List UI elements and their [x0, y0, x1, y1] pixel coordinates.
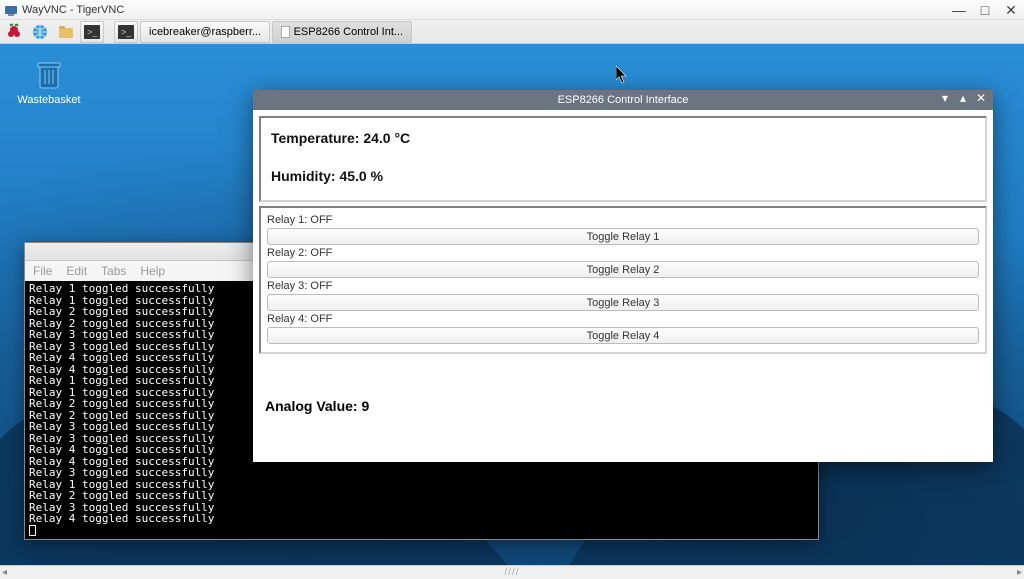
esp-window[interactable]: ESP8266 Control Interface ▾ ▴ ✕ Temperat… — [253, 90, 993, 462]
scrollbar-grip[interactable]: //// — [504, 567, 519, 578]
terminal-menu-tabs[interactable]: Tabs — [101, 264, 126, 278]
analog-value-reading: Analog Value: 9 — [259, 398, 987, 414]
wastebasket-desktop-icon[interactable]: Wastebasket — [14, 58, 84, 106]
temperature-reading: Temperature: 24.0 °C — [271, 130, 975, 146]
terminal-launcher-1-icon[interactable]: >_ — [80, 21, 104, 43]
toggle-relay-1-button[interactable]: Toggle Relay 1 — [267, 228, 979, 245]
vnc-titlebar: WayVNC - TigerVNC ― □ ✕ — [0, 0, 1024, 20]
terminal-menu-help[interactable]: Help — [140, 264, 165, 278]
esp-maximize-button[interactable]: ▴ — [957, 92, 969, 104]
esp-close-button[interactable]: ✕ — [975, 92, 987, 104]
relay-4-status: Relay 4: OFF — [267, 313, 979, 325]
esp-titlebar[interactable]: ESP8266 Control Interface ▾ ▴ ✕ — [253, 90, 993, 110]
esp-title: ESP8266 Control Interface — [558, 94, 689, 106]
terminal-menu-file[interactable]: File — [33, 264, 52, 278]
toggle-relay-4-button[interactable]: Toggle Relay 4 — [267, 327, 979, 344]
esp-minimize-button[interactable]: ▾ — [939, 92, 951, 104]
vnc-horizontal-scrollbar[interactable]: ◂ //// ▸ — [0, 565, 1024, 579]
scroll-right-arrow-icon[interactable]: ▸ — [1017, 567, 1022, 578]
desktop[interactable]: Wastebasket File Edit Tabs Help Relay 1 … — [0, 44, 1024, 579]
relay-controls-box: Relay 1: OFF Toggle Relay 1 Relay 2: OFF… — [259, 206, 987, 354]
window-icon — [281, 26, 290, 38]
vnc-close-button[interactable]: ✕ — [1002, 2, 1020, 19]
rpi-taskbar: >_ >_ icebreaker@raspberr... ESP8266 Con… — [0, 20, 1024, 44]
toggle-relay-3-button[interactable]: Toggle Relay 3 — [267, 294, 979, 311]
svg-text:>_: >_ — [121, 27, 132, 37]
relay-3-status: Relay 3: OFF — [267, 280, 979, 292]
esp-body: Temperature: 24.0 °C Humidity: 45.0 % Re… — [253, 110, 993, 420]
vnc-maximize-button[interactable]: □ — [976, 2, 994, 18]
scroll-left-arrow-icon[interactable]: ◂ — [2, 567, 7, 578]
vnc-title: WayVNC - TigerVNC — [22, 4, 124, 16]
web-browser-icon[interactable] — [28, 21, 52, 43]
rpi-menu-icon[interactable] — [2, 21, 26, 43]
terminal-launcher-2-icon[interactable]: >_ — [114, 21, 138, 43]
taskbar-item-terminal[interactable]: icebreaker@raspberr... — [140, 21, 270, 43]
humidity-reading: Humidity: 45.0 % — [271, 168, 975, 184]
terminal-menu-edit[interactable]: Edit — [66, 264, 87, 278]
vnc-minimize-button[interactable]: ― — [950, 2, 968, 18]
relay-2-status: Relay 2: OFF — [267, 247, 979, 259]
svg-text:>_: >_ — [87, 27, 98, 37]
sensor-readings-box: Temperature: 24.0 °C Humidity: 45.0 % — [259, 116, 987, 202]
toggle-relay-2-button[interactable]: Toggle Relay 2 — [267, 261, 979, 278]
mouse-cursor-icon — [616, 66, 628, 84]
taskbar-item-terminal-label: icebreaker@raspberr... — [149, 26, 261, 38]
file-manager-icon[interactable] — [54, 21, 78, 43]
taskbar-item-esp-label: ESP8266 Control Int... — [294, 26, 403, 38]
tigervnc-icon — [4, 3, 18, 17]
taskbar-item-esp[interactable]: ESP8266 Control Int... — [272, 21, 412, 43]
wastebasket-label: Wastebasket — [14, 94, 84, 106]
relay-1-status: Relay 1: OFF — [267, 214, 979, 226]
